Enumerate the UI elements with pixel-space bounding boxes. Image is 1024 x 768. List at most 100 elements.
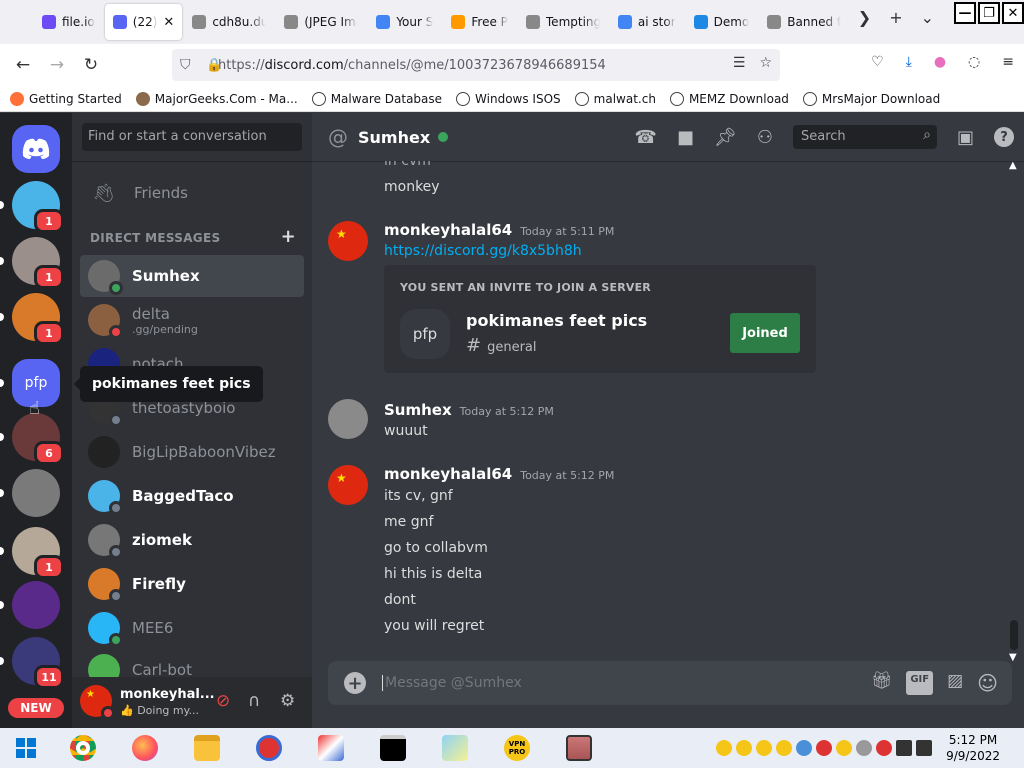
message-author[interactable]: Sumhex Today at 5:12 PM xyxy=(384,401,554,419)
cmd-taskbar-icon[interactable] xyxy=(362,728,424,768)
invite-link[interactable]: https://discord.gg/k8x5bh8h xyxy=(384,243,582,259)
url-text[interactable]: https://discord.com/channels/@me/1003723… xyxy=(218,58,606,73)
message-author[interactable]: monkeyhalal64 Today at 5:11 PM xyxy=(384,221,614,239)
lock-icon[interactable]: 🔒 xyxy=(206,58,222,73)
new-tab-button[interactable]: + xyxy=(889,8,902,27)
bookmark-star-icon[interactable]: ☆ xyxy=(759,55,772,71)
inbox-icon[interactable]: ▣ xyxy=(957,127,974,148)
tray-icon[interactable] xyxy=(756,740,772,756)
server-icon[interactable]: 1 xyxy=(0,181,64,233)
create-dm-button[interactable]: + xyxy=(281,228,296,246)
gift-icon[interactable]: 🎁︎ xyxy=(871,671,893,695)
back-button[interactable]: ← xyxy=(6,48,40,82)
browser-tab[interactable]: (22) ✕ xyxy=(104,4,183,40)
forward-button[interactable]: → xyxy=(40,48,74,82)
friends-nav-item[interactable]: 👋︎ Friends xyxy=(80,173,304,213)
browser-tab[interactable]: Banned fo xyxy=(759,4,849,40)
server-icon[interactable]: 1 xyxy=(0,293,64,345)
dm-item[interactable]: ziomek xyxy=(80,519,304,561)
bookmark-item[interactable]: Malware Database xyxy=(311,91,442,106)
gif-icon[interactable]: GIF xyxy=(906,671,934,695)
bookmark-item[interactable]: MajorGeeks.Com - Ma... xyxy=(135,91,298,106)
dm-item[interactable]: BigLipBaboonVibez xyxy=(80,431,304,473)
downloads-icon[interactable]: ⤓ xyxy=(906,54,912,70)
tray-icon[interactable] xyxy=(876,740,892,756)
browser-tab[interactable]: Tempting xyxy=(518,4,608,40)
clock[interactable]: 5:12 PM 9/9/2022 xyxy=(946,732,1000,764)
tray-icon[interactable] xyxy=(796,740,812,756)
search-input[interactable]: Search ⌕ xyxy=(792,125,937,149)
author-name[interactable]: monkeyhalal64 xyxy=(384,465,512,483)
emoji-icon[interactable]: ☺ xyxy=(977,671,998,695)
help-icon[interactable]: ? xyxy=(994,127,1014,147)
video-call-icon[interactable]: ■ xyxy=(677,127,694,148)
bookmark-item[interactable]: MrsMajor Download xyxy=(802,91,940,106)
dm-item[interactable]: Firefly xyxy=(80,563,304,605)
minimize-button[interactable]: — xyxy=(954,2,976,24)
bookmark-item[interactable]: Getting Started xyxy=(10,91,122,106)
tray-icon[interactable] xyxy=(776,740,792,756)
server-icon[interactable] xyxy=(0,581,60,629)
message-input[interactable]: Message @Sumhex xyxy=(382,675,522,691)
tool-taskbar-icon[interactable] xyxy=(548,728,610,768)
scrollbar-thumb[interactable] xyxy=(1010,620,1018,650)
dm-item[interactable]: delta .gg/pending xyxy=(80,299,304,341)
shield-icon[interactable]: ⛉ xyxy=(180,57,191,73)
mute-microphone-icon[interactable]: ⊘ xyxy=(216,691,230,711)
scroll-down-icon[interactable]: ▼ xyxy=(1009,652,1017,663)
chat-scrollbar[interactable]: ▲ ▼ xyxy=(1008,160,1020,663)
server-icon[interactable]: 11 xyxy=(0,637,64,689)
extension-icon-2[interactable]: ◌ xyxy=(968,54,980,70)
volume-icon[interactable] xyxy=(916,740,932,756)
message-author[interactable]: monkeyhalal64 Today at 5:12 PM xyxy=(384,465,614,483)
message-avatar[interactable]: ★ xyxy=(328,221,368,261)
tab-scroll-right-icon[interactable]: ❯ xyxy=(858,8,871,27)
app-taskbar-icon[interactable] xyxy=(238,728,300,768)
pinned-messages-icon[interactable]: 📌︎ xyxy=(714,127,737,148)
tray-icon[interactable] xyxy=(856,740,872,756)
server-icon[interactable]: 1 xyxy=(0,237,64,289)
tray-icon[interactable] xyxy=(836,740,852,756)
browser-tab[interactable]: Demo xyxy=(686,4,758,40)
server-icon[interactable]: 1 xyxy=(0,527,64,579)
paint-taskbar-icon[interactable] xyxy=(300,728,362,768)
tray-icon[interactable] xyxy=(716,740,732,756)
reload-button[interactable]: ↻ xyxy=(74,48,108,82)
upload-plus-icon[interactable]: + xyxy=(344,672,366,694)
browser-tab[interactable]: cdh8u.du xyxy=(184,4,274,40)
notes-taskbar-icon[interactable] xyxy=(424,728,486,768)
discord-home-button[interactable] xyxy=(12,125,60,173)
browser-tab[interactable]: Free P xyxy=(443,4,516,40)
bookmark-item[interactable]: MEMZ Download xyxy=(669,91,789,106)
settings-gear-icon[interactable]: ⚙ xyxy=(280,691,295,711)
close-tab-icon[interactable]: ✕ xyxy=(163,15,174,30)
message-composer[interactable]: + Message @Sumhex 🎁︎ GIF ▨ ☺ xyxy=(328,661,1012,705)
server-icon[interactable] xyxy=(0,469,60,517)
scroll-up-icon[interactable]: ▲ xyxy=(1009,160,1017,171)
firefox-taskbar-icon[interactable] xyxy=(114,728,176,768)
pocket-icon[interactable]: ♡ xyxy=(871,54,884,70)
menu-icon[interactable]: ≡ xyxy=(1002,54,1014,70)
start-button[interactable] xyxy=(0,728,52,768)
user-avatar[interactable]: ★ xyxy=(80,685,115,720)
browser-tab[interactable]: file.io xyxy=(34,4,103,40)
browser-tab[interactable]: Your S xyxy=(368,4,441,40)
chrome-taskbar-icon[interactable] xyxy=(52,728,114,768)
reader-view-icon[interactable]: ☰ xyxy=(733,55,746,71)
bookmark-item[interactable]: malwat.ch xyxy=(574,91,656,106)
author-name[interactable]: Sumhex xyxy=(384,401,452,419)
restore-button[interactable]: ❐ xyxy=(978,2,1000,24)
vpn-taskbar-icon[interactable]: VPN PRO xyxy=(486,728,548,768)
dm-item[interactable]: Sumhex xyxy=(80,255,304,297)
tab-list-chevron-icon[interactable]: ⌄ xyxy=(921,8,934,27)
invite-server-icon[interactable]: pfp xyxy=(400,309,450,359)
tray-icon[interactable] xyxy=(816,740,832,756)
tray-icon[interactable] xyxy=(736,740,752,756)
message-avatar[interactable]: ★ xyxy=(328,465,368,505)
headphones-icon[interactable]: ∩ xyxy=(248,691,260,711)
add-friends-to-dm-icon[interactable]: ⚇ xyxy=(757,127,773,148)
close-window-button[interactable]: ✕ xyxy=(1002,2,1024,24)
server-icon[interactable]: 6 xyxy=(0,413,64,465)
bookmark-item[interactable]: Windows ISOS xyxy=(456,91,561,106)
message-avatar[interactable] xyxy=(328,399,368,439)
